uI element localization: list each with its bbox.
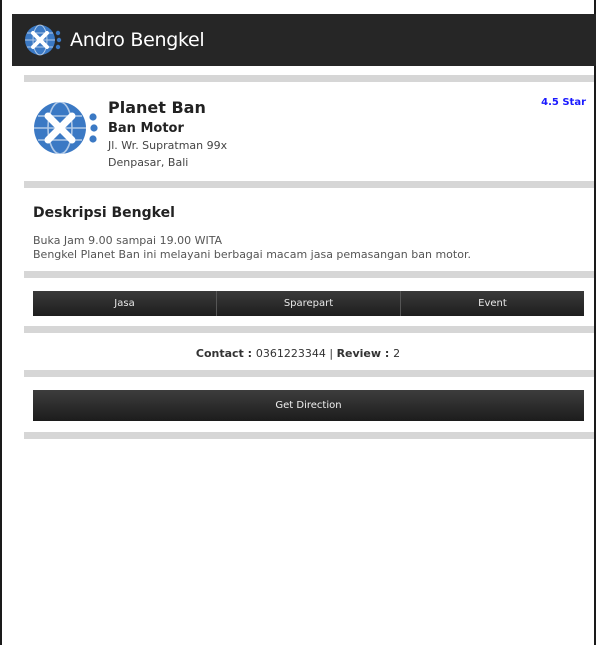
description-text: Bengkel Planet Ban ini melayani berbagai… bbox=[33, 248, 471, 261]
review-label: Review : bbox=[336, 347, 394, 360]
contact-label: Contact : bbox=[195, 347, 256, 360]
get-direction-button[interactable]: Get Direction bbox=[33, 390, 584, 421]
tab-jasa[interactable]: Jasa bbox=[33, 291, 217, 316]
divider bbox=[24, 370, 594, 377]
tab-sparepart[interactable]: Sparepart bbox=[217, 291, 401, 316]
divider bbox=[24, 181, 594, 188]
description-title: Deskripsi Bengkel bbox=[33, 205, 175, 221]
tab-event[interactable]: Event bbox=[401, 291, 584, 316]
app-logo-icon[interactable] bbox=[22, 20, 62, 60]
contact-phone[interactable]: 0361223344 bbox=[256, 347, 326, 360]
divider bbox=[24, 271, 594, 278]
action-bar: Andro Bengkel bbox=[12, 14, 596, 66]
tab-bar: Jasa Sparepart Event bbox=[33, 291, 584, 316]
divider bbox=[24, 326, 594, 333]
shop-logo-icon bbox=[34, 101, 98, 155]
review-count[interactable]: 2 bbox=[393, 347, 400, 360]
app-title: Andro Bengkel bbox=[70, 29, 205, 51]
shop-name: Planet Ban bbox=[108, 98, 206, 117]
contact-separator: | bbox=[325, 347, 337, 360]
shop-address-line2: Denpasar, Bali bbox=[108, 156, 189, 169]
contact-line: Contact : 0361223344 | Review : 2 bbox=[0, 347, 596, 360]
description-hours: Buka Jam 9.00 sampai 19.00 WITA bbox=[33, 234, 223, 247]
shop-rating: 4.5 Star bbox=[541, 97, 586, 108]
divider bbox=[24, 75, 594, 82]
shop-address-line1: Jl. Wr. Supratman 99x bbox=[108, 139, 228, 152]
divider bbox=[24, 432, 594, 439]
shop-category: Ban Motor bbox=[108, 121, 184, 136]
